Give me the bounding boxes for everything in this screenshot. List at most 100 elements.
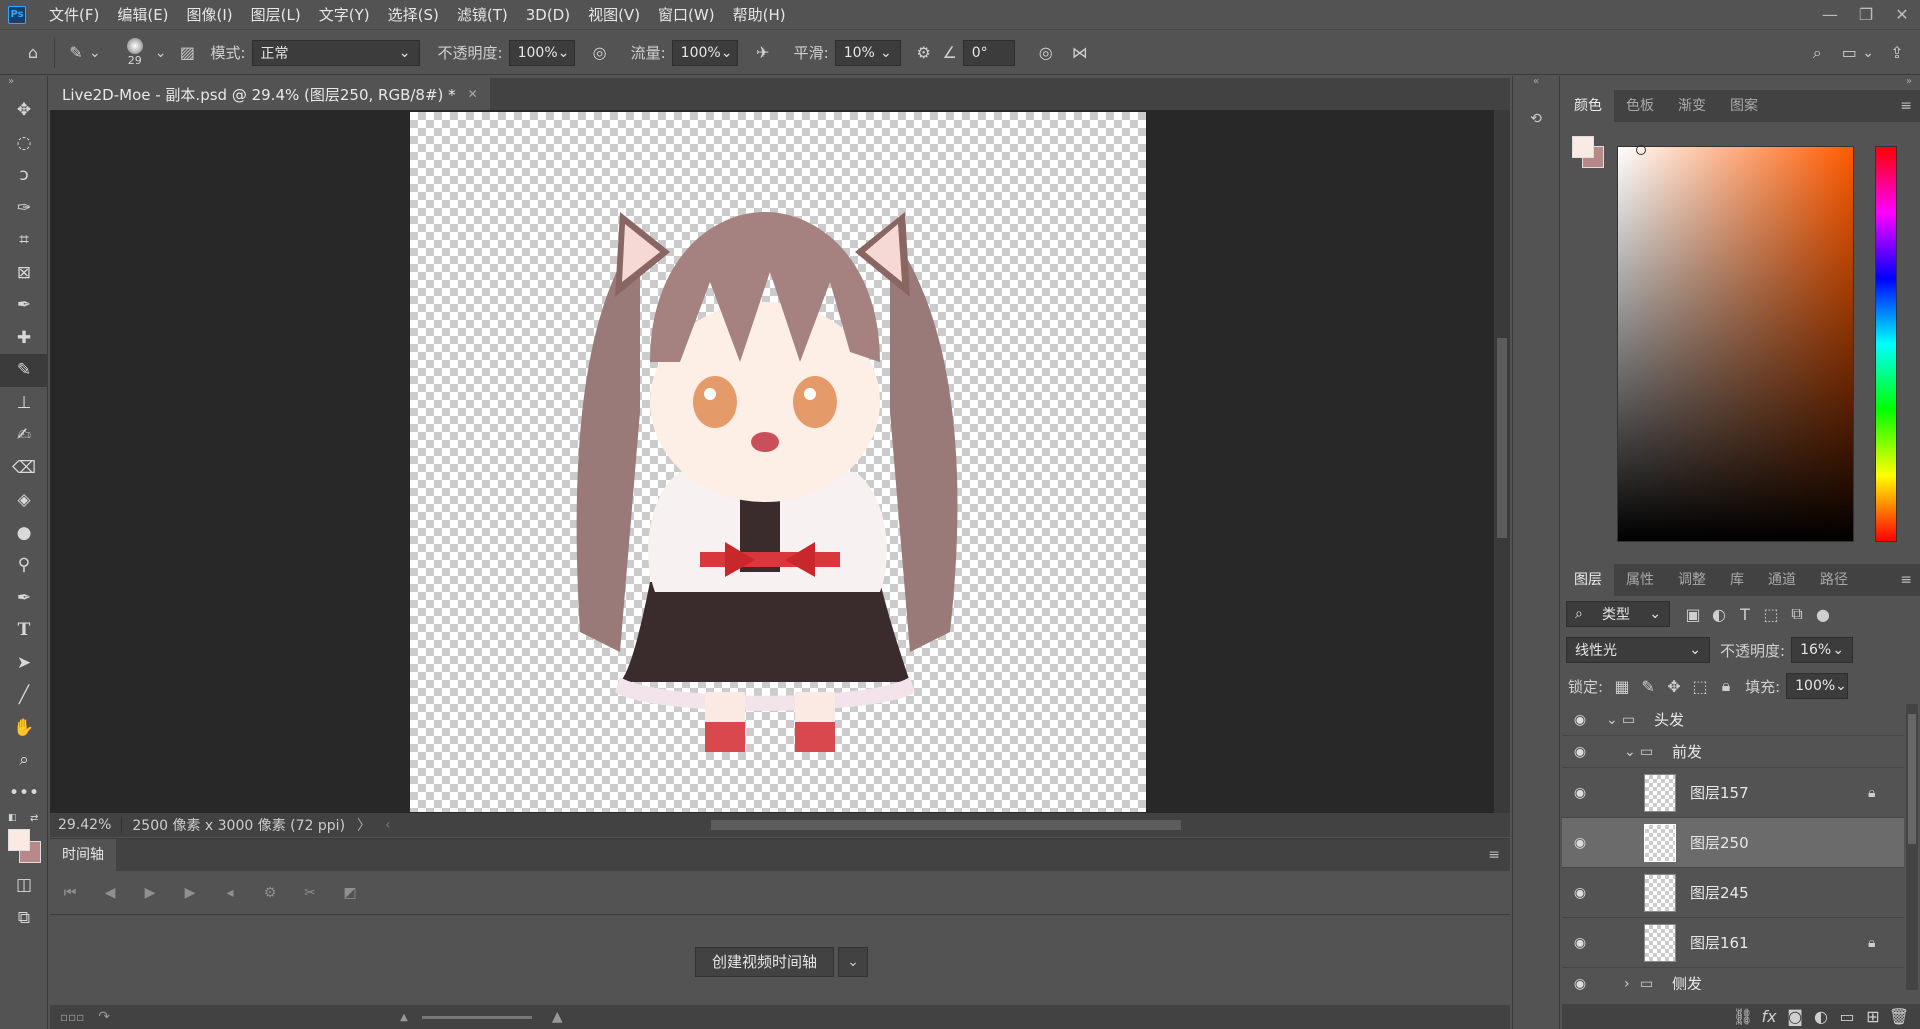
zoom-level[interactable]: 29.42% — [50, 817, 123, 833]
visibility-eye-icon[interactable]: ◉ — [1570, 935, 1590, 951]
play-icon[interactable]: ▶ — [130, 885, 170, 901]
marquee-tool-icon[interactable]: ◌ — [0, 127, 48, 160]
foreground-color-swatch[interactable] — [8, 829, 30, 851]
pressure-opacity-icon[interactable]: ◎ — [587, 40, 613, 66]
panel-menu-icon[interactable]: ≡ — [1900, 572, 1920, 588]
new-group-icon[interactable]: ▭ — [1834, 1004, 1860, 1029]
blur-tool-icon[interactable]: ● — [0, 517, 48, 550]
layer-opacity-input[interactable]: 16% ⌄ — [1791, 637, 1854, 663]
visibility-eye-icon[interactable]: ◉ — [1570, 744, 1590, 760]
layer-name[interactable]: 图层245 — [1690, 882, 1749, 903]
convert-icon[interactable]: ↷ — [98, 1009, 110, 1025]
tab-channels[interactable]: 通道 — [1756, 564, 1808, 596]
layer-group-row[interactable]: ◉ › ▭ 侧发 — [1562, 968, 1904, 990]
layer-row[interactable]: ◉ 图层245 — [1562, 868, 1904, 918]
lock-transparent-icon[interactable]: ▦ — [1609, 673, 1635, 699]
layer-group-row[interactable]: ◉ ⌄ ▭ 头发 — [1562, 704, 1904, 736]
scrollbar-thumb[interactable] — [1497, 338, 1507, 538]
visibility-eye-icon[interactable]: ◉ — [1570, 976, 1590, 991]
menu-window[interactable]: 窗口(W) — [649, 0, 724, 30]
menu-3d[interactable]: 3D(D) — [517, 0, 579, 30]
layer-row[interactable]: ◉ 图层161 🔒︎ — [1562, 918, 1904, 968]
type-tool-icon[interactable]: T — [0, 614, 48, 647]
layer-row[interactable]: ◉ 图层157 🔒︎ — [1562, 768, 1904, 818]
prev-frame-icon[interactable]: ◀ — [90, 885, 130, 901]
zoom-tool-icon[interactable]: ⌕ — [0, 744, 48, 777]
history-panel-icon[interactable]: ⟲ — [1521, 104, 1551, 134]
layer-row-selected[interactable]: ◉ 图层250 — [1562, 818, 1904, 868]
paint-bucket-tool-icon[interactable]: ◈ — [0, 484, 48, 517]
lasso-tool-icon[interactable]: ↄ — [0, 159, 48, 192]
panel-menu-icon[interactable]: ≡ — [1488, 847, 1510, 863]
new-layer-icon[interactable]: ⊞ — [1860, 1004, 1886, 1029]
collapse-icon[interactable]: » — [0, 76, 47, 94]
collapse-panels-icon[interactable]: » — [1562, 76, 1920, 90]
hue-slider[interactable] — [1875, 146, 1897, 542]
chevron-down-icon[interactable]: ⌄ — [1606, 712, 1618, 728]
lock-position-icon[interactable]: ✥ — [1661, 673, 1687, 699]
close-tab-icon[interactable]: ✕ — [468, 87, 478, 101]
vertical-scrollbar[interactable] — [1494, 110, 1510, 813]
frame-tool-icon[interactable]: ⊠ — [0, 257, 48, 290]
zoom-in-icon[interactable]: ▲ — [552, 1009, 563, 1025]
layer-group-row[interactable]: ◉ ⌄ ▭ 前发 — [1562, 736, 1904, 768]
menu-view[interactable]: 视图(V) — [579, 0, 649, 30]
tab-swatches[interactable]: 色板 — [1614, 90, 1666, 122]
color-picker-field[interactable] — [1617, 145, 1854, 542]
layer-filter-select[interactable]: ⌕ 类型 ⌄ — [1566, 601, 1670, 627]
lock-all-icon[interactable]: 🔒︎ — [1713, 673, 1739, 699]
filter-smart-object-icon[interactable]: ⧉ — [1784, 601, 1810, 627]
scrollbar-thumb[interactable] — [1908, 714, 1916, 844]
chevron-right-icon[interactable]: › — [1624, 976, 1630, 991]
horizontal-scrollbar-thumb[interactable] — [710, 820, 1181, 830]
minimize-button[interactable]: — — [1812, 2, 1848, 28]
document-tab[interactable]: Live2D-Moe - 副本.psd @ 29.4% (图层250, RGB/… — [50, 78, 490, 110]
mode-select[interactable]: 正常 ⌄ — [251, 39, 420, 66]
delete-layer-icon[interactable]: 🗑︎ — [1886, 1004, 1912, 1029]
menu-file[interactable]: 文件(F) — [40, 0, 108, 30]
layers-scrollbar[interactable] — [1906, 704, 1918, 990]
new-adjustment-icon[interactable]: ◐ — [1808, 1004, 1834, 1029]
swap-colors-icon[interactable]: ⇄ — [30, 813, 38, 824]
split-icon[interactable]: ✂ — [290, 885, 330, 901]
opacity-input[interactable]: 100% ⌄ — [508, 39, 575, 66]
timeline-zoom-slider[interactable] — [421, 1015, 532, 1019]
audio-icon[interactable]: ◂ — [210, 885, 250, 901]
default-colors-icon[interactable]: ◧ — [8, 813, 17, 823]
pen-tool-icon[interactable]: ✒ — [0, 582, 48, 615]
line-tool-icon[interactable]: ╱ — [0, 679, 48, 712]
stamp-tool-icon[interactable]: ⊥ — [0, 387, 48, 420]
zoom-out-icon[interactable]: ▲ — [400, 1012, 408, 1023]
tab-patterns[interactable]: 图案 — [1718, 90, 1770, 122]
crop-tool-icon[interactable]: ⌗ — [0, 224, 48, 257]
menu-help[interactable]: 帮助(H) — [724, 0, 795, 30]
healing-brush-tool-icon[interactable]: ✚ — [0, 322, 48, 355]
menu-filter[interactable]: 滤镜(T) — [448, 0, 517, 30]
screen-mode-icon[interactable]: ⧉ — [0, 902, 48, 935]
document-canvas[interactable] — [410, 112, 1146, 812]
symmetry-butterfly-icon[interactable]: ⋈ — [1067, 40, 1093, 66]
filter-pixel-icon[interactable]: ▣ — [1680, 601, 1706, 627]
filter-adjustment-icon[interactable]: ◐ — [1706, 601, 1732, 627]
filmstrip-icon[interactable]: ▫▫▫ — [60, 1010, 84, 1024]
filter-shape-icon[interactable]: ⬚ — [1758, 601, 1784, 627]
transition-icon[interactable]: ◩ — [330, 885, 370, 901]
fill-input[interactable]: 100% ⌄ — [1786, 673, 1849, 699]
link-layers-icon[interactable]: ⛓ — [1730, 1004, 1756, 1029]
path-select-tool-icon[interactable]: ➤ — [0, 647, 48, 680]
tab-properties[interactable]: 属性 — [1614, 564, 1666, 596]
gear-icon[interactable]: ⚙ — [911, 40, 937, 66]
pressure-size-icon[interactable]: ◎ — [1033, 40, 1059, 66]
first-frame-icon[interactable]: ⏮ — [50, 885, 90, 901]
layer-name[interactable]: 图层250 — [1690, 832, 1749, 853]
eraser-tool-icon[interactable]: ⌫ — [0, 452, 48, 485]
hand-tool-icon[interactable]: ✋ — [0, 712, 48, 745]
search-icon[interactable]: ⌕ — [1804, 40, 1830, 66]
close-button[interactable]: ✕ — [1884, 2, 1920, 28]
scroll-left-icon[interactable]: ‹ — [385, 817, 391, 833]
filter-type-icon[interactable]: T — [1732, 601, 1758, 627]
foreground-color-swatch[interactable] — [1572, 136, 1594, 158]
move-tool-icon[interactable]: ✥ — [0, 94, 48, 127]
group-name[interactable]: 前发 — [1672, 741, 1702, 762]
layer-name[interactable]: 图层157 — [1690, 782, 1749, 803]
